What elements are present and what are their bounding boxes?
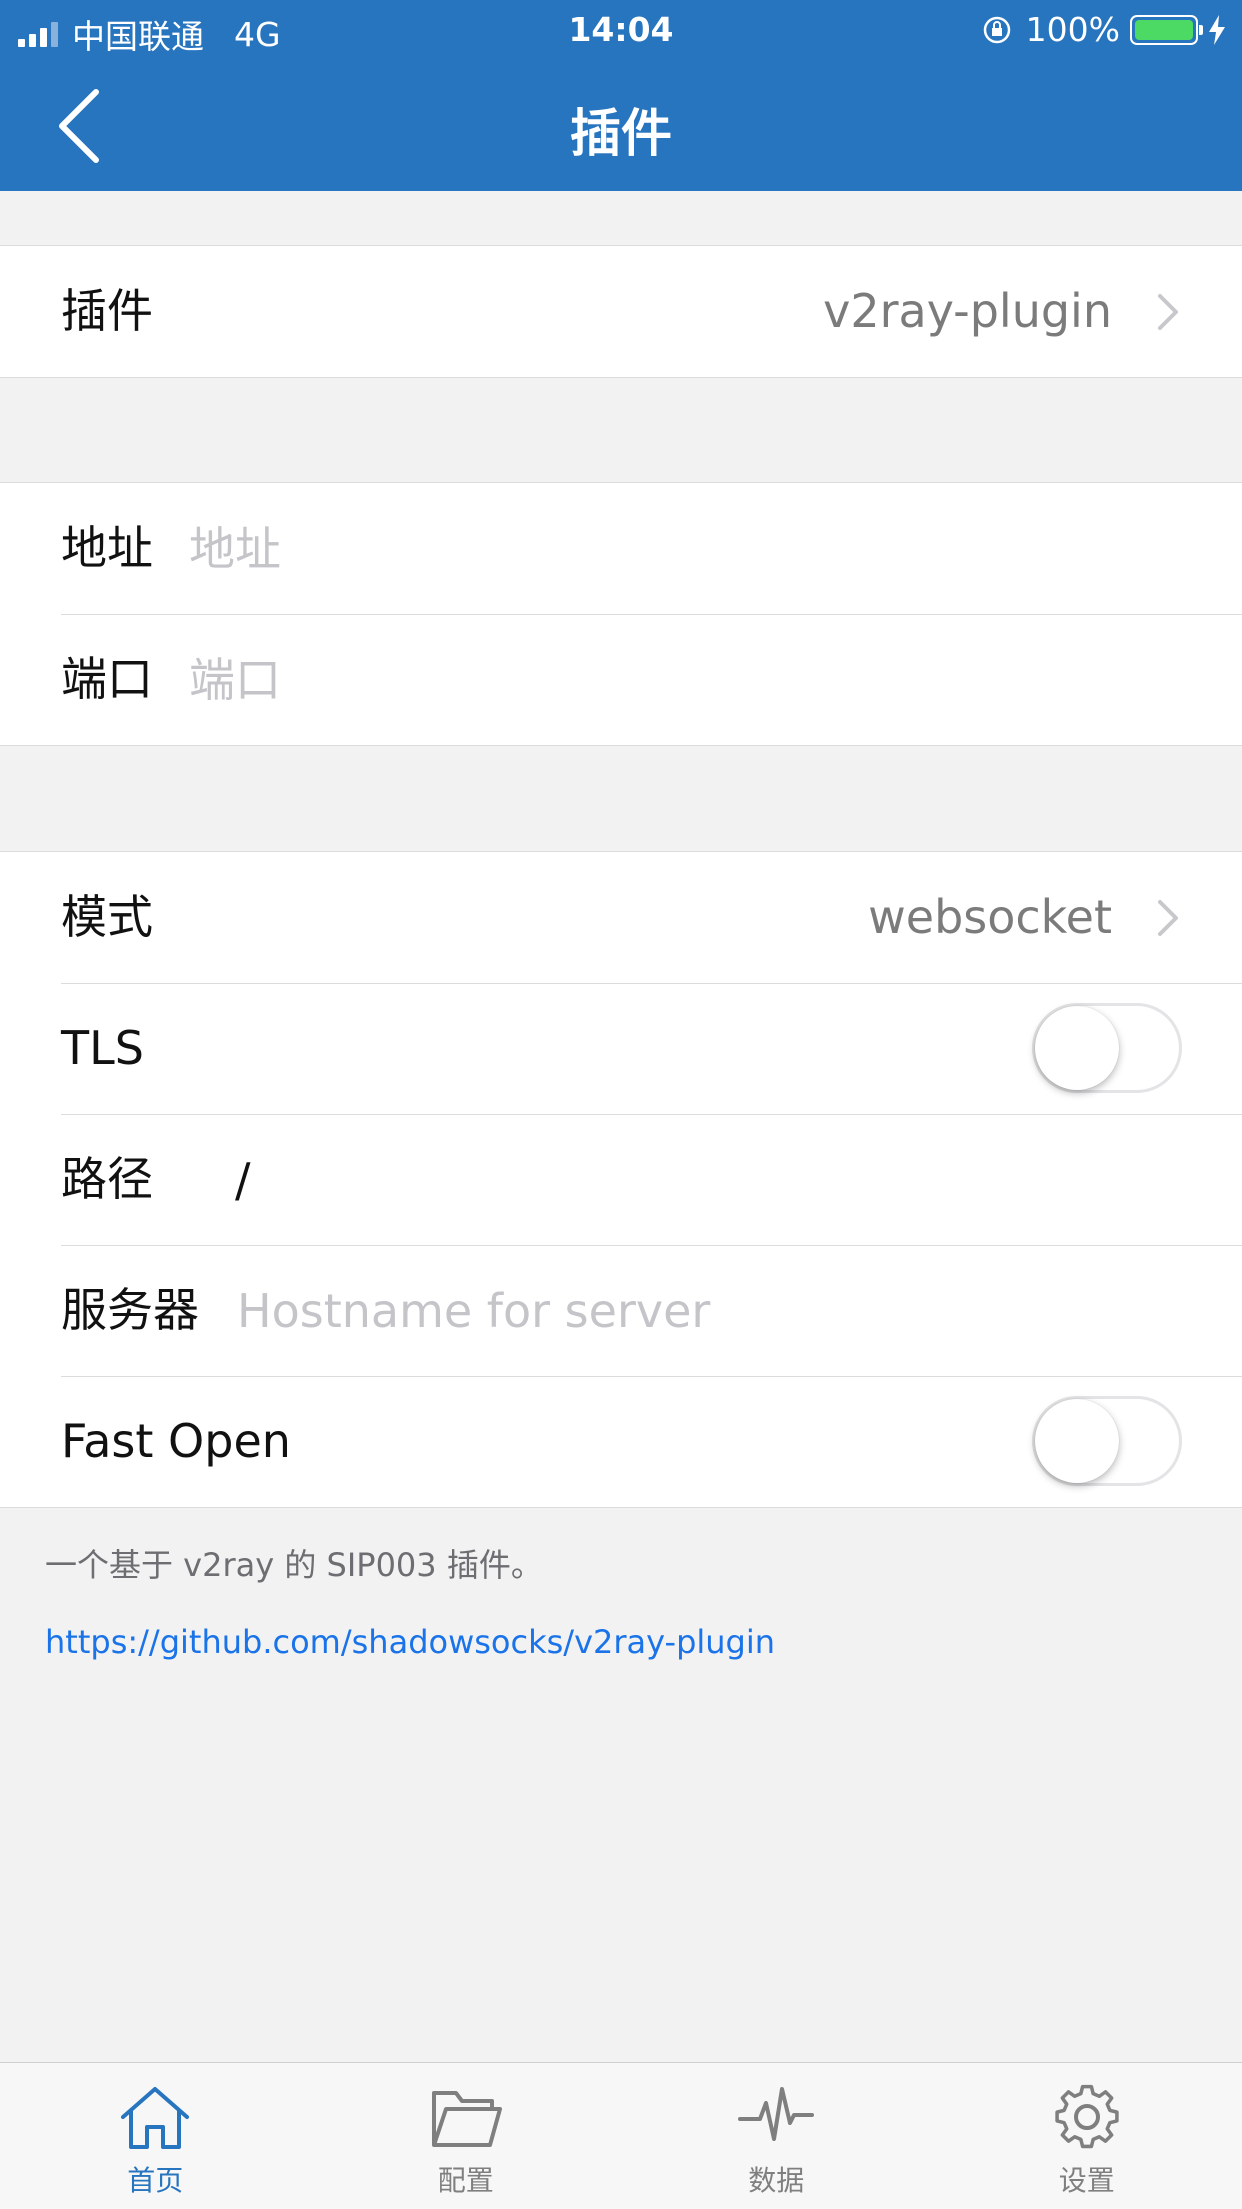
navigation-bar: 插件	[0, 60, 1242, 191]
status-right: 100%	[982, 10, 1228, 49]
toggle-knob	[1035, 1399, 1119, 1483]
tab-config[interactable]: 配置	[311, 2063, 622, 2209]
plugin-group: 插件 v2ray-plugin	[0, 245, 1242, 378]
toggle-knob	[1035, 1006, 1119, 1090]
plugin-github-link[interactable]: https://github.com/shadowsocks/v2ray-plu…	[45, 1623, 775, 1661]
tls-label: TLS	[61, 983, 144, 1114]
fast-open-toggle[interactable]	[1032, 1396, 1182, 1486]
path-input[interactable]	[235, 1114, 1202, 1245]
port-label: 端口	[61, 614, 153, 745]
tab-bar: 首页 配置 数据 设置	[0, 2062, 1242, 2209]
gear-icon	[1049, 2083, 1125, 2151]
path-label: 路径	[61, 1114, 153, 1245]
server-input[interactable]	[237, 1245, 1202, 1376]
tab-home-label: 首页	[127, 2159, 183, 2199]
tab-data-label: 数据	[748, 2159, 804, 2199]
orientation-lock-icon	[982, 15, 1012, 45]
port-input[interactable]	[189, 614, 1202, 745]
server-label: 服务器	[61, 1245, 199, 1376]
tab-data[interactable]: 数据	[621, 2063, 932, 2209]
battery-icon	[1130, 15, 1198, 45]
mode-value: websocket	[868, 852, 1112, 983]
address-input[interactable]	[189, 483, 1202, 614]
charging-bolt-icon	[1206, 14, 1228, 46]
fast-open-row: Fast Open	[0, 1376, 1242, 1507]
plugin-selector-row[interactable]: 插件 v2ray-plugin	[0, 246, 1242, 377]
plugin-value: v2ray-plugin	[823, 246, 1112, 377]
page-title: 插件	[0, 92, 1242, 166]
address-group: 地址 端口	[0, 482, 1242, 746]
server-row: 服务器	[0, 1245, 1242, 1376]
address-row: 地址	[0, 483, 1242, 614]
mode-label: 模式	[61, 852, 153, 983]
mode-selector-row[interactable]: 模式 websocket	[0, 852, 1242, 983]
battery-percent: 100%	[1026, 10, 1120, 49]
plugin-label: 插件	[61, 246, 153, 377]
folder-icon	[428, 2083, 504, 2151]
address-label: 地址	[61, 483, 153, 614]
plugin-description: 一个基于 v2ray 的 SIP003 插件。	[45, 1540, 543, 1586]
tab-settings[interactable]: 设置	[932, 2063, 1242, 2209]
path-row: 路径	[0, 1114, 1242, 1245]
tls-toggle[interactable]	[1032, 1003, 1182, 1093]
home-icon	[117, 2083, 193, 2151]
chevron-right-icon	[1156, 292, 1180, 332]
port-row: 端口	[0, 614, 1242, 745]
status-bar: 中国联通 4G 14:04 100%	[0, 0, 1242, 60]
tab-home[interactable]: 首页	[0, 2063, 311, 2209]
chevron-right-icon	[1156, 898, 1180, 938]
fast-open-label: Fast Open	[61, 1376, 291, 1507]
tls-row: TLS	[0, 983, 1242, 1114]
tab-settings-label: 设置	[1059, 2159, 1115, 2199]
pulse-icon	[738, 2083, 814, 2151]
options-group: 模式 websocket TLS 路径 服务器 Fast Open	[0, 851, 1242, 1508]
tab-config-label: 配置	[438, 2159, 494, 2199]
